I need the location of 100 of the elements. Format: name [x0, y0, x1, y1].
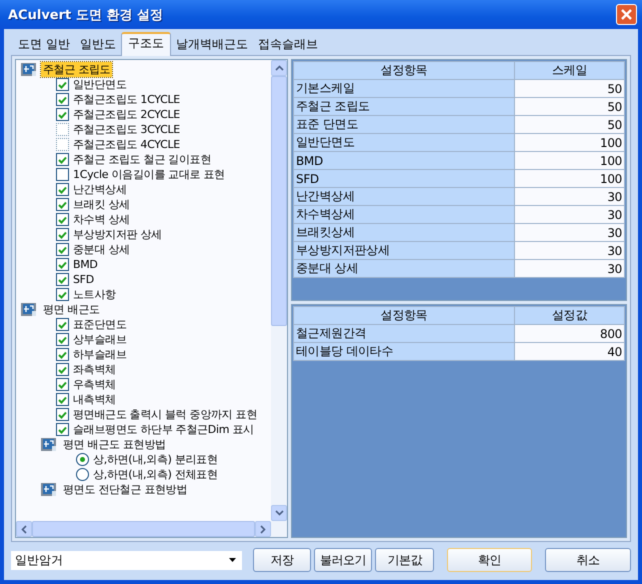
checkbox-label: 슬래브평면도 하단부 주철근Dim 표시 [73, 422, 254, 437]
preset-dropdown[interactable]: 일반암거 [11, 550, 242, 570]
checkbox-label: 주철근조립도 3CYCLE [73, 122, 180, 137]
checkbox[interactable] [56, 333, 69, 346]
tab[interactable]: 날개벽배근도 [170, 34, 253, 55]
close-icon [620, 8, 633, 21]
checkbox[interactable] [56, 243, 69, 256]
table-cell[interactable]: 40 [514, 342, 624, 360]
scrollbar-thumb[interactable] [271, 76, 287, 326]
folder-drawing-icon [40, 437, 57, 452]
table-cell: 중분대 상세 [294, 260, 514, 278]
checkbox[interactable] [56, 258, 69, 271]
window-title: ACulvert 도면 환경 설정 [8, 6, 163, 24]
scrollbar-thumb[interactable] [32, 521, 255, 537]
vertical-scrollbar[interactable] [271, 60, 287, 521]
tab[interactable]: 접속슬래브 [252, 34, 323, 55]
checkbox[interactable] [56, 153, 69, 166]
checkbox-label: BMD [73, 258, 98, 271]
checkbox[interactable] [56, 348, 69, 361]
radio-label: 상,하면(내,외측) 분리표현 [93, 452, 218, 467]
column-header: 설정항목 [294, 306, 514, 324]
table-cell: 난간벽상세 [294, 188, 514, 206]
tab[interactable]: 일반도 [74, 34, 121, 55]
table-cell[interactable]: 30 [514, 242, 624, 260]
table-cell: SFD [294, 170, 514, 188]
checkbox[interactable] [56, 423, 69, 436]
tab[interactable]: 구조도 [120, 32, 171, 56]
checkbox-label: 노트사항 [73, 287, 116, 302]
checkbox-label: SFD [73, 273, 94, 286]
checkbox[interactable] [56, 378, 69, 391]
table-cell: 브래킷상세 [294, 224, 514, 242]
checkbox-label: 주철근조립도 4CYCLE [73, 137, 180, 152]
scroll-right-icon[interactable] [255, 521, 271, 537]
checkbox[interactable] [56, 198, 69, 211]
table-cell[interactable]: 800 [514, 324, 624, 342]
checkbox[interactable] [56, 213, 69, 226]
table-cell: 일반단면도 [294, 134, 514, 152]
checkbox-label: 차수벽 상세 [73, 212, 130, 227]
horizontal-scrollbar[interactable] [16, 521, 287, 537]
table-cell[interactable]: 50 [514, 80, 624, 98]
table-cell: 주철근 조립도 [294, 98, 514, 116]
scroll-up-icon[interactable] [271, 60, 287, 76]
checkbox[interactable] [56, 228, 69, 241]
checkbox[interactable] [56, 168, 69, 181]
tree-item[interactable]: 평면 배근도 [41, 302, 102, 317]
dialog-button[interactable]: 취소 [545, 548, 631, 572]
checkbox[interactable] [56, 318, 69, 331]
dialog-button[interactable]: 기본값 [375, 548, 434, 572]
table-cell[interactable]: 30 [514, 206, 624, 224]
checkbox[interactable] [56, 273, 69, 286]
dialog-button[interactable]: 저장 [252, 548, 312, 572]
table-cell: 철근제원간격 [294, 324, 514, 342]
checkbox-label: 표준단면도 [73, 317, 127, 332]
dialog-button[interactable]: 확인 [446, 548, 532, 572]
checkbox-label: 우측벽체 [73, 377, 116, 392]
checkbox[interactable] [56, 93, 69, 106]
checkbox-label: 중분대 상세 [73, 242, 130, 257]
table-cell[interactable]: 100 [514, 170, 624, 188]
table-cell: 차수벽상세 [294, 206, 514, 224]
tab[interactable]: 도면 일반 [13, 34, 75, 55]
scroll-down-icon[interactable] [271, 505, 287, 521]
checkbox[interactable] [56, 183, 69, 196]
checkbox-label: 난간벽상세 [73, 182, 127, 197]
checkbox-label: 평면배근도 출력시 블럭 중앙까지 표현 [73, 407, 257, 422]
folder-drawing-icon [40, 482, 57, 497]
table-cell: 부상방지저판상세 [294, 242, 514, 260]
table-cell: 표준 단면도 [294, 116, 514, 134]
dialog-button[interactable]: 불러오기 [314, 548, 372, 572]
radio-button[interactable] [76, 453, 89, 466]
table-cell[interactable]: 100 [514, 152, 624, 170]
folder-drawing-icon [20, 62, 37, 77]
tree-item[interactable]: 주철근 조립도 [41, 62, 112, 77]
table-cell[interactable]: 30 [514, 260, 624, 278]
table-cell[interactable]: 50 [514, 98, 624, 116]
checkbox-label: 부상방지저판 상세 [73, 227, 162, 242]
scroll-left-icon[interactable] [16, 521, 32, 537]
checkbox-label: 주철근 조립도 철근 길이표현 [73, 152, 211, 167]
table-cell: 기본스케일 [294, 80, 514, 98]
checkbox-label: 내측벽체 [73, 392, 116, 407]
table-cell[interactable]: 100 [514, 134, 624, 152]
table-cell[interactable]: 30 [514, 224, 624, 242]
table-cell[interactable]: 30 [514, 188, 624, 206]
tree-item[interactable]: 평면도 전단철근 표현방법 [61, 482, 190, 497]
table-cell: 테이블당 데이타수 [294, 342, 514, 360]
dropdown-arrow-icon [228, 558, 236, 562]
checkbox[interactable] [56, 288, 69, 301]
checkbox-label: 1Cycle 이음길이를 교대로 표현 [73, 167, 225, 182]
radio-button[interactable] [76, 468, 89, 481]
checkbox[interactable] [56, 363, 69, 376]
tree-item[interactable]: 평면 배근도 표현방법 [61, 437, 168, 452]
close-button[interactable] [616, 4, 637, 25]
checkbox[interactable] [56, 408, 69, 421]
checkbox[interactable] [56, 78, 69, 91]
checkbox[interactable] [56, 108, 69, 121]
checkbox[interactable] [56, 393, 69, 406]
folder-drawing-icon [20, 302, 37, 317]
column-header: 설정값 [514, 306, 624, 324]
checkbox-label: 브래킷 상세 [73, 197, 130, 212]
table-cell[interactable]: 50 [514, 116, 624, 134]
checkbox-label: 좌측벽체 [73, 362, 116, 377]
